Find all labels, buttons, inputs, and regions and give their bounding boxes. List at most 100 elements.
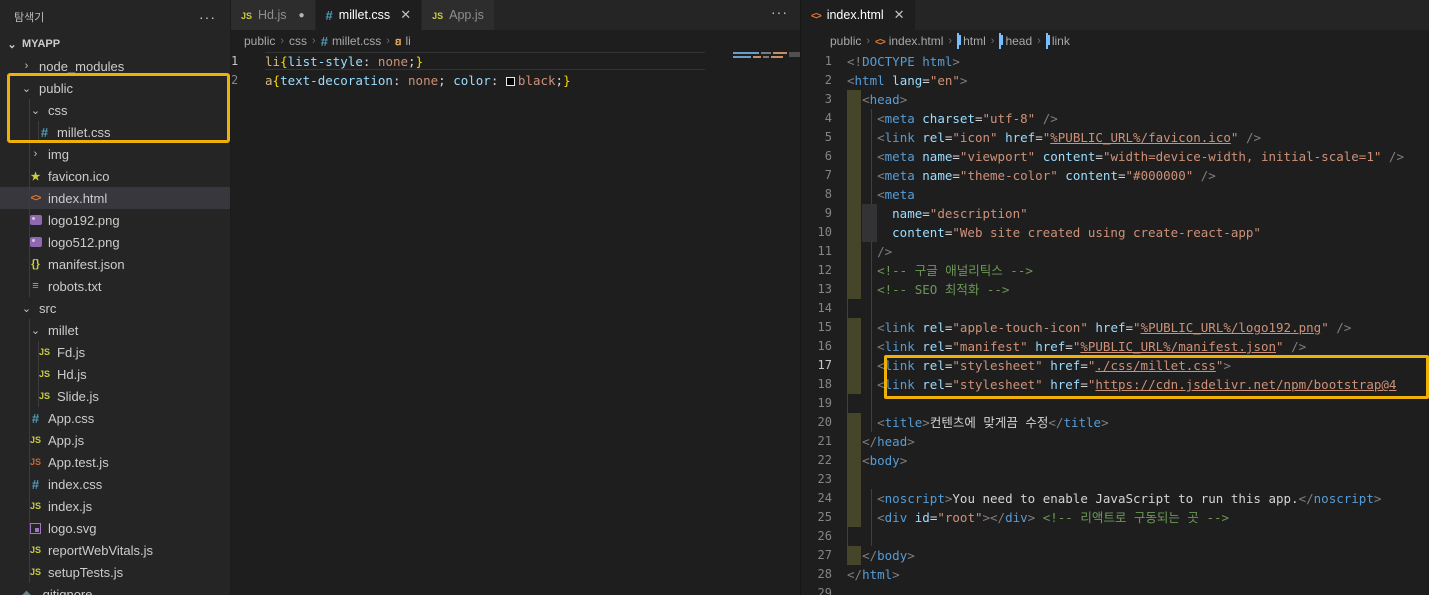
code-line-8[interactable]: 8 <meta	[801, 185, 1429, 204]
line-number: 22	[817, 453, 832, 467]
sidebar-item-millet[interactable]: ⌄ millet	[0, 319, 230, 341]
editor-more-actions-icon[interactable]: ···	[771, 5, 788, 19]
line-content: <!DOCTYPE html>	[847, 54, 960, 69]
sidebar-item-reportwebvitals-js[interactable]: JS reportWebVitals.js	[0, 539, 230, 561]
code-line-17[interactable]: 17 <link rel="stylesheet" href="./css/mi…	[801, 356, 1429, 375]
sidebar-item-index-css[interactable]: # index.css	[0, 473, 230, 495]
sidebar-item-logo512-png[interactable]: logo512.png	[0, 231, 230, 253]
sidebar-item-hd-js[interactable]: JS Hd.js	[0, 363, 230, 385]
line-number: 2	[231, 73, 239, 87]
javascript-test-file-icon: JS	[29, 457, 41, 467]
code-line-24[interactable]: 24 <noscript>You need to enable JavaScri…	[801, 489, 1429, 508]
code-line-6[interactable]: 6 <meta name="viewport" content="width=d…	[801, 147, 1429, 166]
code-line-9[interactable]: 9 name="description"	[801, 204, 1429, 223]
code-line-28[interactable]: 28 </html>	[801, 565, 1429, 584]
code-line-4[interactable]: 4 <meta charset="utf-8" />	[801, 109, 1429, 128]
explorer-sidebar: 탐색기 ··· ⌄ MYAPP › node_modules ⌄ public ⌄ css…	[0, 0, 231, 595]
line-content: <link rel="manifest" href="%PUBLIC_URL%/…	[847, 337, 1429, 356]
code-line-2[interactable]: 2 a{text-decoration: none; color: black;}	[231, 71, 800, 90]
sidebar-item-app-css[interactable]: # App.css	[0, 407, 230, 429]
explorer-more-actions-icon[interactable]: ···	[199, 10, 216, 24]
css-editor-tab-millet-css[interactable]: # millet.css ✕	[315, 0, 423, 30]
code-line-14[interactable]: 14	[801, 299, 1429, 318]
code-line-1[interactable]: 1 li{list-style: none;}	[231, 52, 800, 71]
sidebar-item-public[interactable]: ⌄ public	[0, 77, 230, 99]
breadcrumb-item-head[interactable]: head	[999, 33, 1032, 49]
sidebar-item-millet-css[interactable]: # millet.css	[0, 121, 230, 143]
line-number: 8	[824, 187, 832, 201]
minimap[interactable]	[733, 52, 789, 60]
sidebar-item-index-js[interactable]: JS index.js	[0, 495, 230, 517]
line-number: 1	[231, 54, 239, 68]
indent-highlight	[847, 337, 861, 356]
breadcrumb-item-html[interactable]: html	[957, 33, 986, 49]
line-number: 23	[817, 472, 832, 486]
code-line-15[interactable]: 15 <link rel="apple-touch-icon" href="%P…	[801, 318, 1429, 337]
sidebar-item-manifest-json[interactable]: {} manifest.json	[0, 253, 230, 275]
code-line-25[interactable]: 25 <div id="root"></div> <!-- 리액트로 구동되는 …	[801, 508, 1429, 527]
indent-guide	[871, 413, 872, 432]
css-editor-tab-app-js[interactable]: JS App.js	[422, 0, 495, 30]
sidebar-item-logo-svg[interactable]: logo.svg	[0, 517, 230, 539]
breadcrumb-label: link	[1051, 34, 1070, 48]
line-content: <link rel="apple-touch-icon" href="%PUBL…	[847, 318, 1429, 337]
sidebar-item-src[interactable]: ⌄ src	[0, 297, 230, 319]
breadcrumb-item-index-html[interactable]: <> index.html	[875, 34, 943, 48]
css-editor-tab-hd-js[interactable]: JS Hd.js ●	[231, 0, 316, 30]
code-line-22[interactable]: 22 <body>	[801, 451, 1429, 470]
breadcrumb-item-li[interactable]: ꞛ li	[395, 34, 411, 49]
code-line-13[interactable]: 13 <!-- SEO 최적화 -->	[801, 280, 1429, 299]
line-content: <link rel="stylesheet" href="./css/mille…	[847, 356, 1429, 375]
css-code-area: 1 li{list-style: none;} 2 a{text-decoration…	[231, 52, 800, 90]
code-line-12[interactable]: 12 <!-- 구글 애널리틱스 -->	[801, 261, 1429, 280]
tab-label: millet.css	[338, 8, 391, 22]
breadcrumb-item-css[interactable]: css	[289, 34, 307, 48]
sidebar-item-robots-txt[interactable]: ≡ robots.txt	[0, 275, 230, 297]
css-file-icon: #	[31, 476, 40, 492]
sidebar-item-slide-js[interactable]: JS Slide.js	[0, 385, 230, 407]
code-line-16[interactable]: 16 <link rel="manifest" href="%PUBLIC_UR…	[801, 337, 1429, 356]
breadcrumb-item-millet-css[interactable]: # millet.css	[321, 34, 382, 49]
project-root-myapp[interactable]: ⌄ MYAPP	[0, 33, 230, 55]
code-line-23[interactable]: 23	[801, 470, 1429, 489]
close-icon[interactable]: ✕	[400, 7, 411, 23]
code-line-2[interactable]: 2 <html lang="en">	[801, 71, 1429, 90]
tab-label: Hd.js	[258, 8, 287, 22]
code-line-21[interactable]: 21 </head>	[801, 432, 1429, 451]
sidebar-item--gitignore[interactable]: ◆ .gitignore	[0, 583, 230, 595]
code-line-20[interactable]: 20 <title>컨텐츠에 맞게끔 수정</title>	[801, 413, 1429, 432]
breadcrumb-item-public[interactable]: public	[830, 34, 861, 48]
code-line-10[interactable]: 10 content="Web site created using creat…	[801, 223, 1429, 242]
css-file-icon: #	[325, 7, 333, 23]
sidebar-item-app-js[interactable]: JS App.js	[0, 429, 230, 451]
code-line-3[interactable]: 3 <head>	[801, 90, 1429, 109]
sidebar-item-app-test-js[interactable]: JS App.test.js	[0, 451, 230, 473]
tree-indent-guide	[29, 495, 30, 517]
tree-indent-guide	[29, 253, 30, 275]
code-line-19[interactable]: 19	[801, 394, 1429, 413]
sidebar-item-img[interactable]: › img	[0, 143, 230, 165]
code-line-29[interactable]: 29	[801, 584, 1429, 595]
sidebar-item-setuptests-js[interactable]: JS setupTests.js	[0, 561, 230, 583]
sidebar-item-fd-js[interactable]: JS Fd.js	[0, 341, 230, 363]
close-icon[interactable]: ✕	[894, 7, 905, 23]
sidebar-item-index-html[interactable]: <> index.html	[0, 187, 230, 209]
breadcrumb-item-link[interactable]: link	[1045, 33, 1070, 49]
sidebar-item-node_modules[interactable]: › node_modules	[0, 55, 230, 77]
html-editor-tab-index-html[interactable]: <> index.html ✕	[801, 0, 916, 30]
javascript-file-icon: JS	[38, 347, 50, 357]
code-line-18[interactable]: 18 <link rel="stylesheet" href="https://…	[801, 375, 1429, 394]
code-line-11[interactable]: 11 />	[801, 242, 1429, 261]
code-line-7[interactable]: 7 <meta name="theme-color" content="#000…	[801, 166, 1429, 185]
sidebar-item-favicon-ico[interactable]: ★ favicon.ico	[0, 165, 230, 187]
indent-highlight	[847, 166, 861, 185]
code-line-27[interactable]: 27 </body>	[801, 546, 1429, 565]
sidebar-item-css[interactable]: ⌄ css	[0, 99, 230, 121]
minimap-slider[interactable]	[789, 52, 800, 57]
code-line-1[interactable]: 1 <!DOCTYPE html>	[801, 52, 1429, 71]
code-line-26[interactable]: 26	[801, 527, 1429, 546]
breadcrumb-item-public[interactable]: public	[244, 34, 275, 48]
sidebar-item-logo192-png[interactable]: logo192.png	[0, 209, 230, 231]
code-line-5[interactable]: 5 <link rel="icon" href="%PUBLIC_URL%/fa…	[801, 128, 1429, 147]
indent-highlight	[847, 147, 861, 166]
